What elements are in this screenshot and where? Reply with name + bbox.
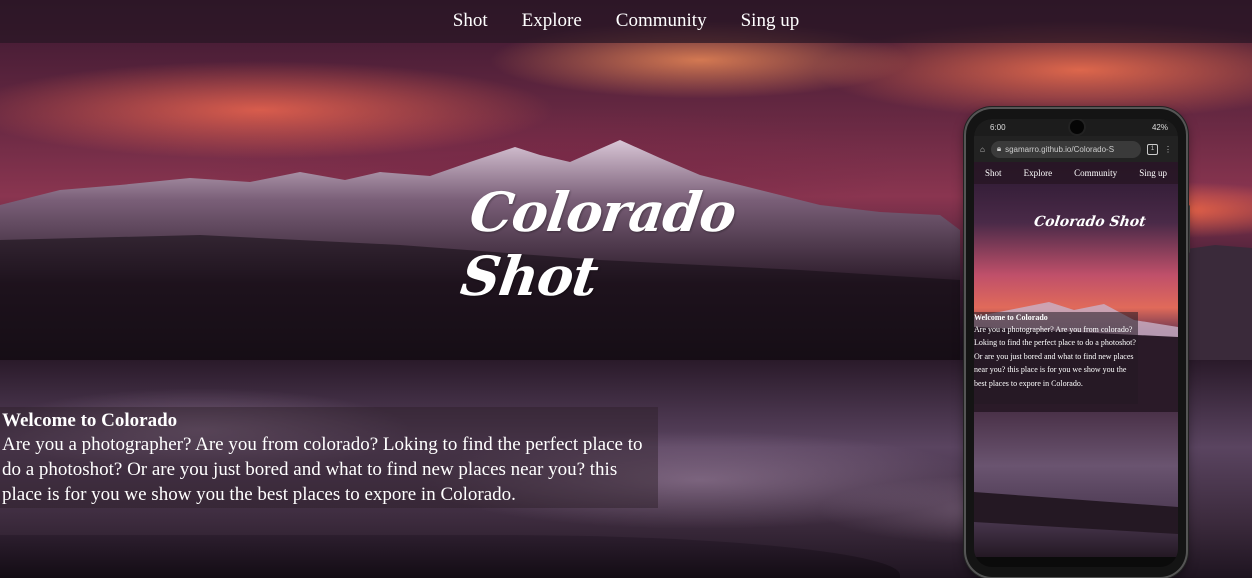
phone-hero-title: Colorado Shot <box>1032 214 1147 230</box>
phone-nav-community[interactable]: Community <box>1074 168 1117 178</box>
phone-welcome-heading: Welcome to Colorado <box>974 313 1048 322</box>
phone-bottom-bar <box>974 557 1178 567</box>
status-battery: 42% <box>1151 123 1168 132</box>
more-menu-icon: ⋮ <box>1164 144 1172 154</box>
phone-welcome-section: Welcome to Colorado Are you a photograph… <box>974 312 1138 404</box>
browser-url-text: sgamarro.github.io/Colorado-S <box>1005 144 1115 154</box>
welcome-heading: Welcome to Colorado <box>2 410 178 431</box>
top-navbar: Shot Explore Community Sing up <box>0 0 1252 43</box>
browser-address: 🔒︎ sgamarro.github.io/Colorado-S <box>990 140 1141 158</box>
phone-welcome-body: Are you a photographer? Are you from col… <box>974 325 1136 388</box>
browser-url-bar: ⌂ 🔒︎ sgamarro.github.io/Colorado-S 1 ⋮ <box>974 136 1178 162</box>
home-icon: ⌂ <box>980 144 985 154</box>
tabs-count-icon: 1 <box>1147 143 1158 155</box>
nav-link-shot[interactable]: Shot <box>453 10 488 32</box>
phone-page-preview: Shot Explore Community Sing up Colorado … <box>974 162 1178 567</box>
phone-nav-explore[interactable]: Explore <box>1024 168 1053 178</box>
phone-side-button <box>1187 205 1190 253</box>
welcome-section: Welcome to Colorado Are you a photograph… <box>0 407 658 508</box>
nav-link-explore[interactable]: Explore <box>522 10 582 32</box>
phone-nav-sign-up[interactable]: Sing up <box>1139 168 1167 178</box>
status-time: 6:00 <box>990 123 1006 132</box>
front-camera-icon <box>1070 120 1084 134</box>
phone-screen: 6:00 42% ⌂ 🔒︎ sgamarro.github.io/Colorad… <box>974 119 1178 567</box>
nav-link-community[interactable]: Community <box>616 10 707 32</box>
lock-icon: 🔒︎ <box>996 144 1002 153</box>
nav-link-sign-up[interactable]: Sing up <box>741 10 800 32</box>
hero-title: Colorado Shot <box>457 180 740 308</box>
phone-nav-shot[interactable]: Shot <box>985 168 1002 178</box>
phone-navbar: Shot Explore Community Sing up <box>974 162 1178 184</box>
phone-mockup: 6:00 42% ⌂ 🔒︎ sgamarro.github.io/Colorad… <box>966 109 1186 577</box>
welcome-body: Are you a photographer? Are you from col… <box>2 434 643 505</box>
